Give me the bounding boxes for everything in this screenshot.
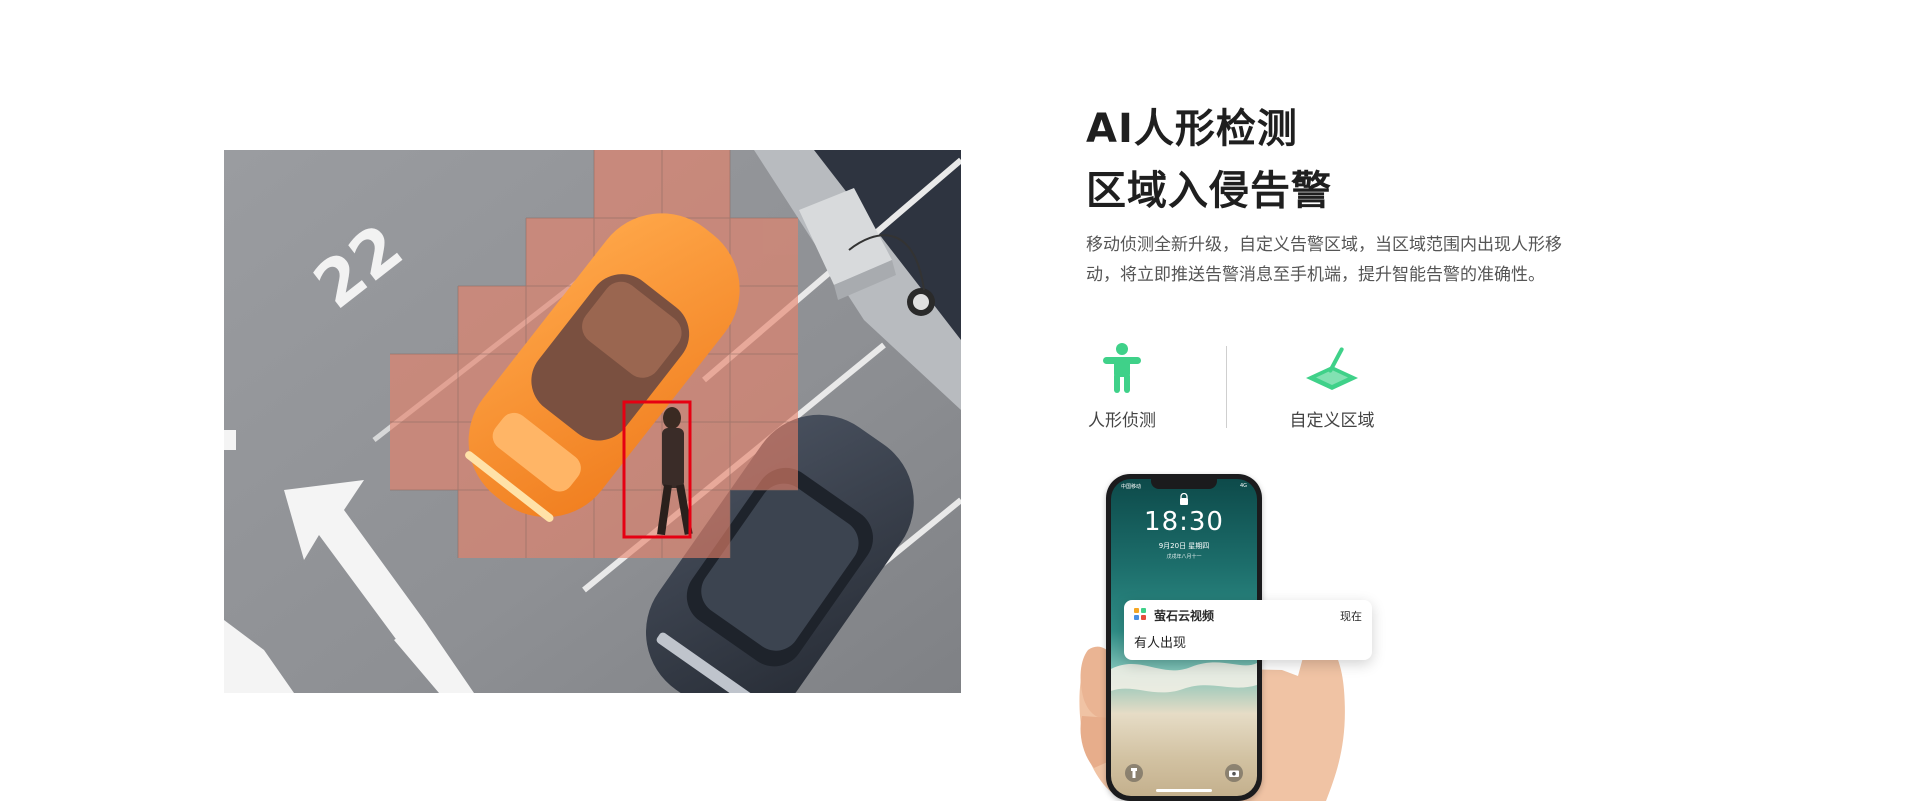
flashlight-button[interactable] <box>1125 764 1143 782</box>
home-indicator[interactable] <box>1156 789 1212 792</box>
page: 22 AI人形检测 区域入侵告警 移动侦测全新升级，自定义告警区域，当区域范围内… <box>0 0 1920 801</box>
human-figure-icon <box>1082 340 1162 396</box>
camera-button[interactable] <box>1225 764 1243 782</box>
section-title: AI人形检测 区域入侵告警 <box>1086 98 1332 222</box>
title-line-2: 区域入侵告警 <box>1086 168 1332 214</box>
notification-app-name: 萤石云视频 <box>1154 609 1215 623</box>
parking-lot-illustration: 22 <box>224 150 961 693</box>
custom-zone-icon <box>1280 340 1384 396</box>
title-line-1: AI人形检测 <box>1086 106 1298 152</box>
network-status: 4G <box>1239 483 1247 489</box>
feature-label-human: 人形侦测 <box>1088 411 1156 431</box>
camera-icon <box>1229 770 1239 777</box>
feature-human-detection: 人形侦测 <box>1082 340 1162 431</box>
feature-divider <box>1226 346 1227 428</box>
flashlight-icon <box>1131 768 1137 778</box>
push-notification[interactable]: 萤石云视频 现在 有人出现 <box>1124 600 1372 660</box>
section-description: 移动侦测全新升级，自定义告警区域，当区域范围内出现人形移动，将立即推送告警消息至… <box>1086 235 1562 285</box>
phone-notch <box>1151 479 1217 489</box>
lock-screen-lunar-date: 戊戌年八月十一 <box>1166 554 1202 560</box>
carrier-label: 中国移动 <box>1121 484 1142 490</box>
lock-icon <box>1180 493 1188 505</box>
notification-message: 有人出现 <box>1134 636 1187 651</box>
lock-screen-time: 18:30 <box>1144 507 1224 537</box>
notification-time: 现在 <box>1340 610 1362 623</box>
feature-label-zone: 自定义区域 <box>1289 411 1375 431</box>
app-logo-icon <box>1134 608 1146 620</box>
lock-screen-date: 9月20日 星期四 <box>1158 542 1210 550</box>
feature-custom-zone: 自定义区域 <box>1280 340 1384 431</box>
